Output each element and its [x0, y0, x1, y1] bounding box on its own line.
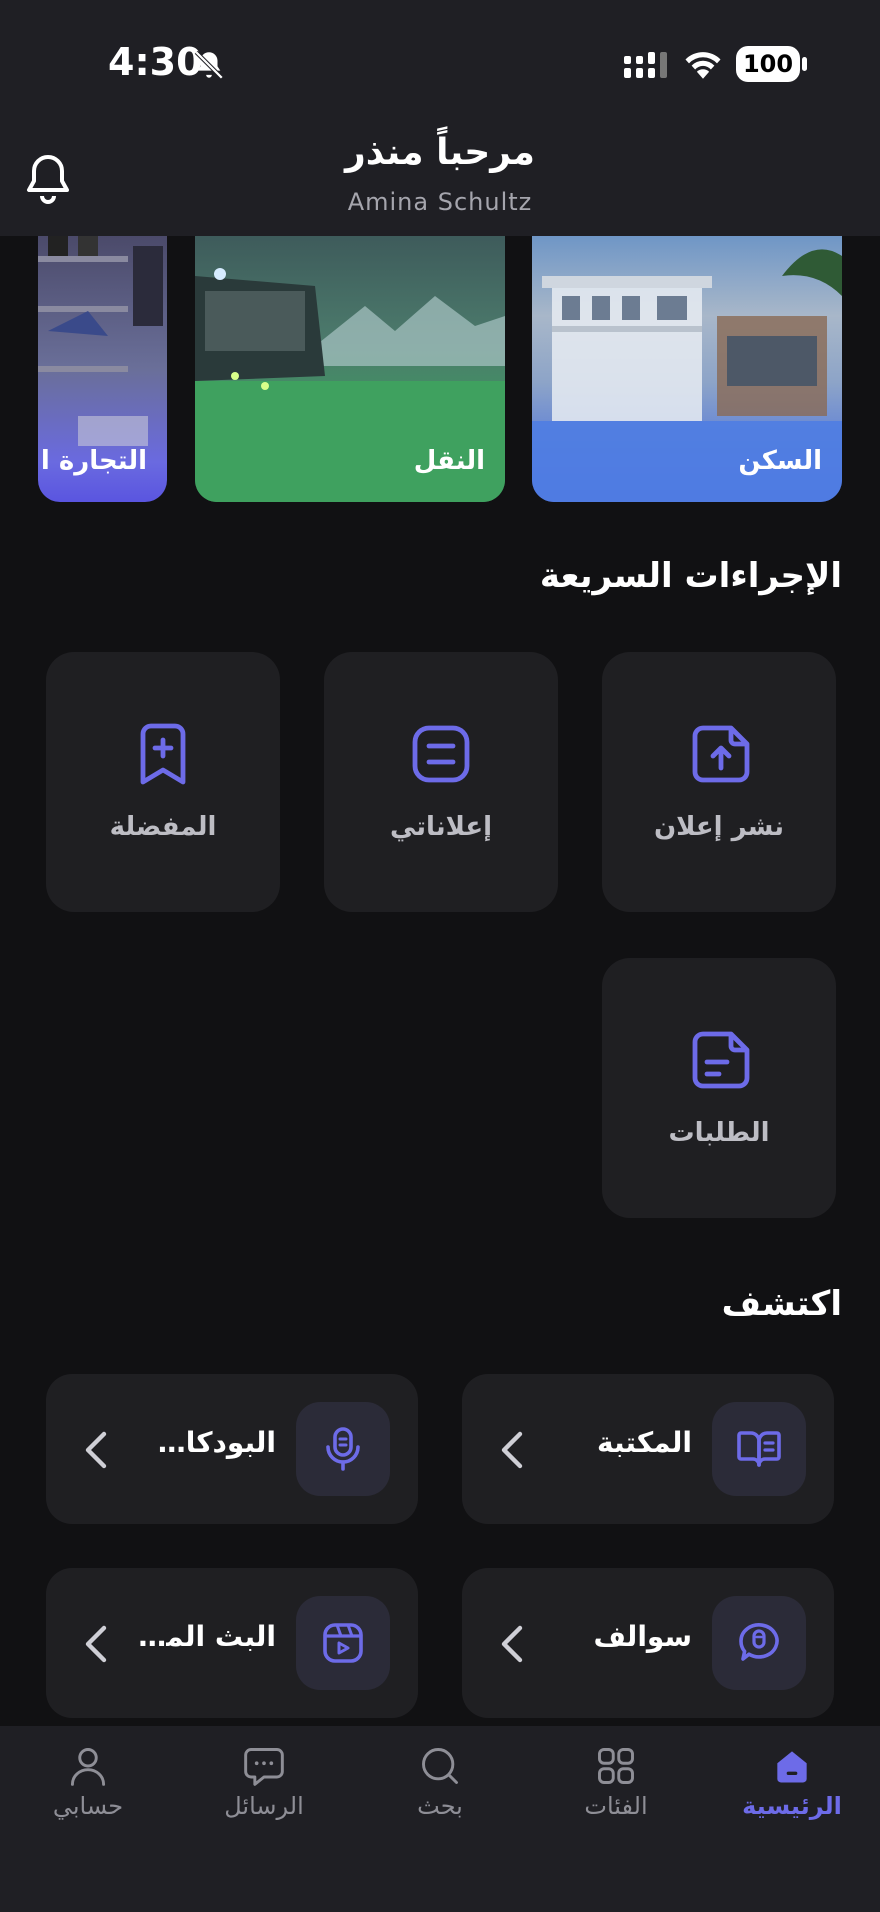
tab-messages[interactable]: الرسائل [176, 1726, 352, 1846]
quick-action-label: المفضلة [109, 812, 217, 842]
category-card-transport[interactable]: النقل [195, 236, 505, 502]
requests-button[interactable]: الطلبات [602, 958, 836, 1218]
discover-icon-box [296, 1596, 390, 1690]
document-icon [692, 1031, 750, 1089]
status-time: 4:30 [108, 40, 203, 84]
quick-actions-title: الإجراءات السريعة [539, 556, 842, 596]
chevron-left-icon [501, 1625, 523, 1663]
discover-card-live[interactable]: البث المب... [46, 1568, 418, 1718]
category-card-housing[interactable]: السكن [532, 236, 842, 502]
tab-label: الفئات [584, 1792, 648, 1820]
discover-label: سوالف [593, 1620, 692, 1653]
quick-action-label: الطلبات [668, 1118, 770, 1148]
my-ads-button[interactable]: إعلاناتي [324, 652, 558, 912]
live-video-icon [323, 1623, 363, 1663]
quick-action-label: نشر إعلان [653, 812, 785, 842]
discover-label: المكتبة [596, 1426, 692, 1459]
upload-file-icon [692, 725, 750, 783]
favorites-button[interactable]: المفضلة [46, 652, 280, 912]
bottom-tab-bar: الرئيسية الفئات بحث الرسائل حسابي [0, 1726, 880, 1912]
quick-action-label: إعلاناتي [389, 812, 492, 842]
book-icon [737, 1431, 781, 1467]
battery-tip [802, 57, 807, 71]
discover-title: اكتشف [721, 1284, 842, 1324]
notification-bell-icon[interactable] [24, 152, 72, 206]
user-icon [70, 1748, 106, 1786]
tab-label: بحث [417, 1792, 463, 1820]
tab-search[interactable]: بحث [352, 1726, 528, 1846]
status-bar: 4:30 100 [0, 0, 880, 120]
top-bar: 4:30 100 مرحباً منذر Amina Schultz [0, 0, 880, 236]
discover-card-chats[interactable]: سوالف [462, 1568, 834, 1718]
category-card-trade[interactable]: التجارة ا [38, 236, 167, 502]
tab-label: الرئيسية [742, 1792, 842, 1820]
post-ad-button[interactable]: نشر إعلان [602, 652, 836, 912]
grid-icon [598, 1748, 634, 1784]
discover-card-podcasts[interactable]: البودكاس... [46, 1374, 418, 1524]
category-label: النقل [413, 446, 485, 476]
home-icon [777, 1751, 807, 1783]
bell-off-icon [194, 50, 224, 80]
message-icon [244, 1748, 284, 1786]
wifi-icon [685, 52, 721, 79]
chevron-left-icon [85, 1625, 107, 1663]
discover-icon-box [712, 1402, 806, 1496]
discover-label: البودكاس... [126, 1426, 276, 1459]
category-label: السكن [738, 446, 822, 476]
search-icon [422, 1748, 458, 1784]
greeting-title: مرحباً منذر [345, 132, 535, 173]
discover-icon-box [296, 1402, 390, 1496]
tab-label: حسابي [52, 1792, 124, 1820]
tab-home[interactable]: الرئيسية [704, 1726, 880, 1846]
bookmark-add-icon [140, 723, 186, 785]
chat-mic-icon [739, 1623, 779, 1661]
battery-indicator: 100 [736, 46, 800, 82]
discover-card-library[interactable]: المكتبة [462, 1374, 834, 1524]
cellular-signal-icon [624, 52, 667, 78]
tab-label: الرسائل [224, 1792, 304, 1820]
discover-label: البث المب... [126, 1620, 276, 1653]
chevron-left-icon [501, 1431, 523, 1469]
discover-icon-box [712, 1596, 806, 1690]
category-carousel[interactable]: السكن النقل التجارة ا [0, 236, 880, 504]
tab-categories[interactable]: الفئات [528, 1726, 704, 1846]
tab-account[interactable]: حسابي [0, 1726, 176, 1846]
list-icon [412, 725, 470, 783]
category-label: التجارة ا [40, 446, 147, 476]
microphone-icon [326, 1427, 360, 1471]
user-name: Amina Schultz [347, 188, 533, 216]
chevron-left-icon [85, 1431, 107, 1469]
